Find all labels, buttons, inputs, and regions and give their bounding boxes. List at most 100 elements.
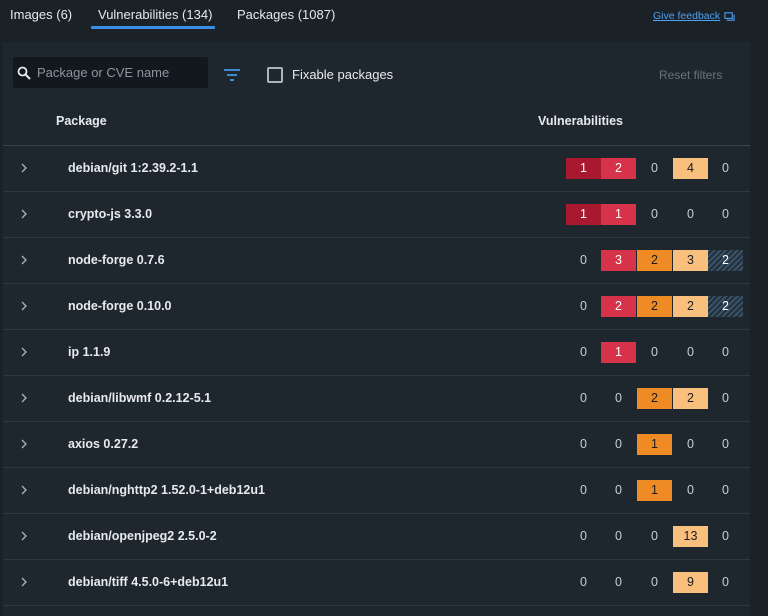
medium-count: 0: [651, 207, 658, 221]
table-row[interactable]: debian/openjpeg2 2.5.0-2 0 0 0 13 0: [3, 514, 750, 560]
unspecified-count: 2: [708, 250, 743, 271]
low-count: 0: [687, 437, 694, 451]
chevron-right-icon[interactable]: [20, 439, 28, 449]
feedback-icon: [724, 11, 735, 21]
table-row[interactable]: ip 1.1.9 0 1 0 0 0: [3, 330, 750, 376]
low-count: 2: [673, 296, 708, 317]
high-count: 0: [615, 483, 622, 497]
package-name: node-forge 0.7.6: [68, 253, 165, 267]
active-tab-indicator: [91, 26, 215, 29]
search-icon: [17, 66, 31, 80]
chevron-right-icon[interactable]: [20, 577, 28, 587]
unspecified-count: 0: [722, 529, 729, 543]
medium-count: 2: [637, 388, 672, 409]
low-count: 3: [673, 250, 708, 271]
chevron-right-icon[interactable]: [20, 255, 28, 265]
medium-count: 1: [637, 434, 672, 455]
critical-count: 0: [580, 529, 587, 543]
high-count: 0: [615, 437, 622, 451]
low-count: 13: [673, 526, 708, 547]
chevron-right-icon[interactable]: [20, 347, 28, 357]
critical-count: 0: [580, 345, 587, 359]
critical-count: 0: [580, 483, 587, 497]
package-name: ip 1.1.9: [68, 345, 111, 359]
chevron-right-icon[interactable]: [20, 301, 28, 311]
package-name: crypto-js 3.3.0: [68, 207, 153, 221]
tab-images[interactable]: Images (6): [10, 7, 72, 22]
low-count: 0: [687, 345, 694, 359]
chevron-right-icon[interactable]: [20, 485, 28, 495]
medium-count: 1: [637, 480, 672, 501]
table-row[interactable]: debian/git 1:2.39.2-1.1 1 2 0 4 0: [3, 146, 750, 192]
unspecified-count: 0: [722, 345, 729, 359]
medium-count: 0: [651, 161, 658, 175]
low-count: 2: [673, 388, 708, 409]
critical-count: 1: [566, 204, 601, 225]
table-header: Package Vulnerabilities: [3, 104, 750, 146]
table-row[interactable]: node-forge 0.7.6 0 3 2 3 2: [3, 238, 750, 284]
table-row[interactable]: node-forge 0.10.0 0 2 2 2 2: [3, 284, 750, 330]
unspecified-count: 0: [722, 207, 729, 221]
unspecified-count: 0: [722, 391, 729, 405]
search-input[interactable]: [31, 65, 201, 80]
filter-icon[interactable]: [223, 68, 241, 82]
high-count: 0: [615, 575, 622, 589]
medium-count: 2: [637, 296, 672, 317]
table-row[interactable]: axios 0.27.2 0 0 1 0 0: [3, 422, 750, 468]
table-row[interactable]: crypto-js 3.3.0 1 1 0 0 0: [3, 192, 750, 238]
table-row[interactable]: debian/nghttp2 1.52.0-1+deb12u1 0 0 1 0 0: [3, 468, 750, 514]
chevron-right-icon[interactable]: [20, 531, 28, 541]
medium-count: 2: [637, 250, 672, 271]
reset-filters-button[interactable]: Reset filters: [659, 68, 722, 82]
low-count: 9: [673, 572, 708, 593]
chevron-right-icon[interactable]: [20, 209, 28, 219]
package-name: debian/openjpeg2 2.5.0-2: [68, 529, 217, 543]
unspecified-count: 2: [708, 296, 743, 317]
fixable-packages-label: Fixable packages: [292, 67, 394, 82]
high-count: 1: [601, 204, 636, 225]
critical-count: 0: [580, 391, 587, 405]
high-count: 0: [615, 391, 622, 405]
low-count: 4: [673, 158, 708, 179]
high-count: 1: [601, 342, 636, 363]
unspecified-count: 0: [722, 575, 729, 589]
tab-bar: Images (6) Vulnerabilities (134) Package…: [0, 0, 768, 34]
medium-count: 0: [651, 529, 658, 543]
critical-count: 0: [580, 575, 587, 589]
vulnerabilities-panel: Fixable packages Reset filters Package V…: [3, 42, 750, 616]
high-count: 2: [601, 158, 636, 179]
tab-packages[interactable]: Packages (1087): [237, 7, 335, 22]
package-name: debian/nghttp2 1.52.0-1+deb12u1: [68, 483, 265, 497]
package-name: node-forge 0.10.0: [68, 299, 172, 313]
medium-count: 0: [651, 575, 658, 589]
medium-count: 0: [651, 345, 658, 359]
package-name: axios 0.27.2: [68, 437, 139, 451]
package-name: debian/git 1:2.39.2-1.1: [68, 161, 198, 175]
critical-count: 1: [566, 158, 601, 179]
search-box: [13, 57, 208, 88]
give-feedback-label: Give feedback: [653, 10, 721, 22]
critical-count: 0: [580, 437, 587, 451]
critical-count: 0: [580, 253, 587, 267]
unspecified-count: 0: [722, 161, 729, 175]
chevron-right-icon[interactable]: [20, 163, 28, 173]
high-count: 2: [601, 296, 636, 317]
column-header-package[interactable]: Package: [56, 114, 107, 128]
package-name: debian/tiff 4.5.0-6+deb12u1: [68, 575, 229, 589]
high-count: 0: [615, 529, 622, 543]
column-header-vulnerabilities[interactable]: Vulnerabilities: [538, 114, 623, 128]
package-name: debian/libwmf 0.2.12-5.1: [68, 391, 212, 405]
filter-toolbar: Fixable packages Reset filters: [3, 42, 750, 104]
table-row[interactable]: debian/libwmf 0.2.12-5.1 0 0 2 2 0: [3, 376, 750, 422]
unspecified-count: 0: [722, 437, 729, 451]
high-count: 3: [601, 250, 636, 271]
unspecified-count: 0: [722, 483, 729, 497]
give-feedback-link[interactable]: Give feedback: [653, 10, 735, 22]
critical-count: 0: [580, 299, 587, 313]
tab-vulnerabilities[interactable]: Vulnerabilities (134): [98, 7, 212, 22]
low-count: 0: [687, 207, 694, 221]
chevron-right-icon[interactable]: [20, 393, 28, 403]
low-count: 0: [687, 483, 694, 497]
fixable-packages-checkbox[interactable]: [267, 67, 283, 83]
table-row[interactable]: debian/tiff 4.5.0-6+deb12u1 0 0 0 9 0: [3, 560, 750, 606]
